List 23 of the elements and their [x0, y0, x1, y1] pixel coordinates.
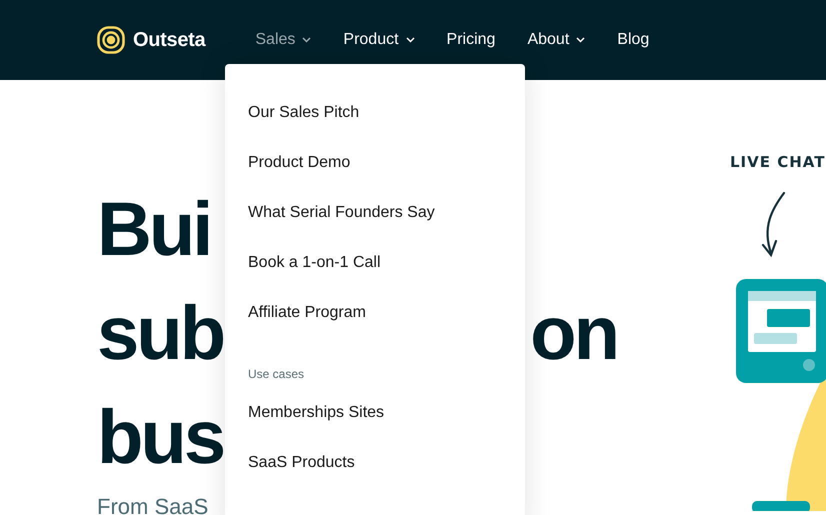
nav-link[interactable]: Sales — [239, 31, 328, 49]
menu-item[interactable]: Affiliate Program — [225, 292, 525, 342]
logo-icon — [97, 26, 125, 54]
card-shape-drawing — [752, 501, 810, 511]
hero-heading: bus — [97, 394, 224, 482]
menu-item[interactable]: Memberships Sites — [225, 392, 525, 442]
live-chat-caption: LIVE CHAT — [730, 153, 826, 171]
nav-link[interactable]: About — [511, 31, 602, 49]
menu-item[interactable]: Book a 1-on-1 Call — [225, 242, 525, 292]
menu-item[interactable]: SaaS Products — [225, 442, 525, 492]
arrow-drawing — [762, 192, 786, 258]
nav-link[interactable]: Pricing — [430, 31, 512, 49]
menu-section-heading: Use cases — [247, 366, 306, 383]
nav-link[interactable]: Blog — [601, 31, 666, 49]
hero-heading: sub — [97, 290, 224, 378]
menu-item[interactable]: What Serial Founders Say — [225, 192, 525, 242]
logo-text[interactable]: Outseta — [133, 28, 206, 52]
hero-heading: Bui — [97, 186, 210, 274]
menu-item[interactable]: Our Sales Pitch — [225, 92, 525, 142]
nav-link[interactable]: Product — [327, 31, 431, 49]
hero-subtitle: From SaaS — [97, 494, 210, 515]
menu-item[interactable]: Product Demo — [225, 142, 525, 192]
hero-heading: on — [530, 290, 617, 378]
